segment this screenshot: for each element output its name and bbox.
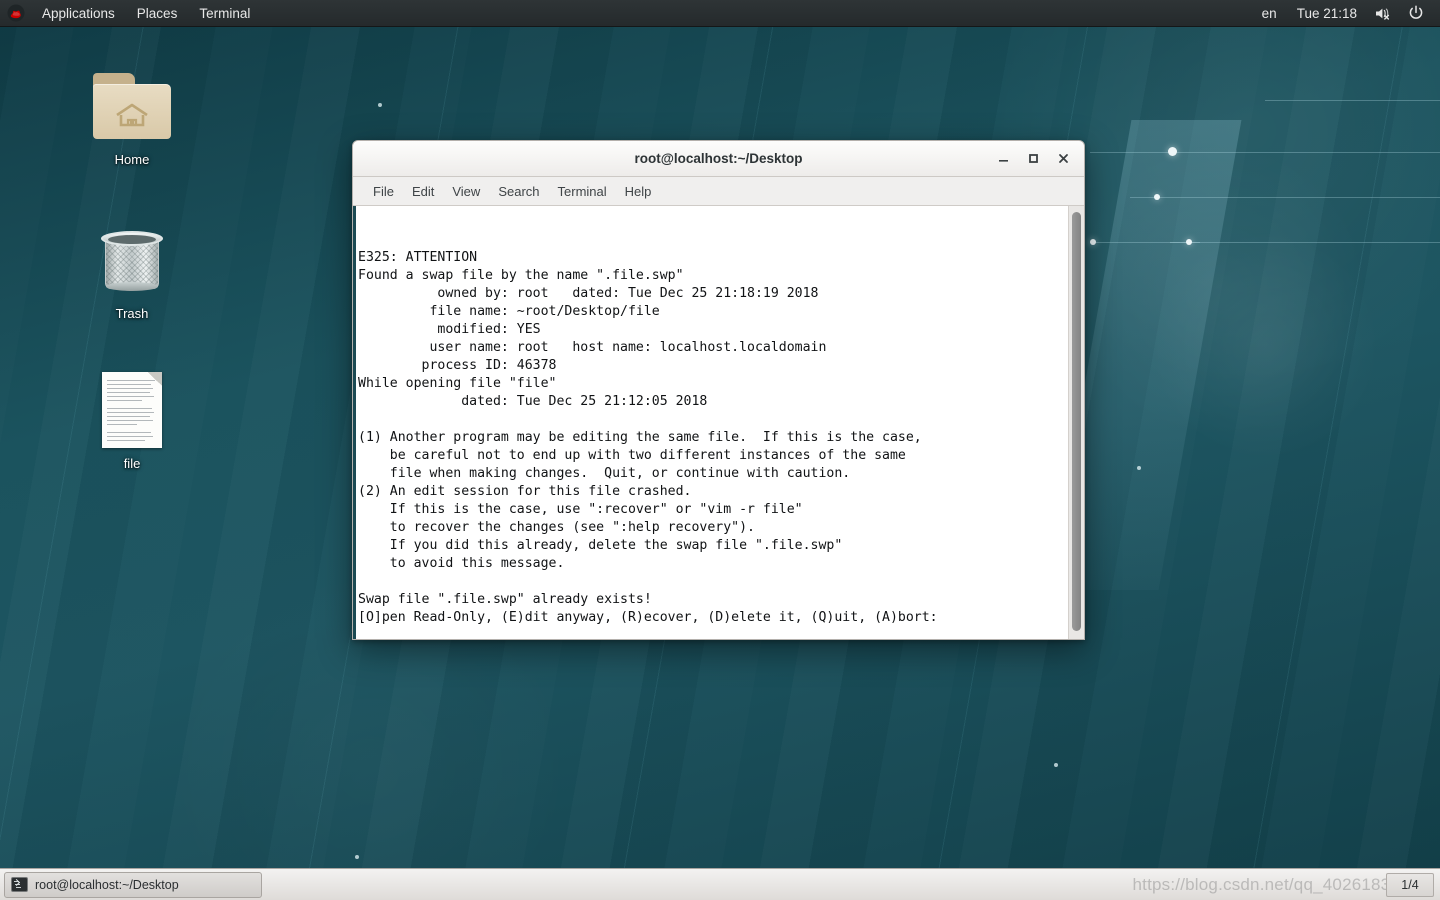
- top-panel: Applications Places Terminal en Tue 21:1…: [0, 0, 1440, 27]
- wallpaper-dot: [1186, 239, 1192, 245]
- terminal-icon: [11, 877, 28, 892]
- maximize-button[interactable]: [1018, 146, 1048, 172]
- desktop[interactable]: Applications Places Terminal en Tue 21:1…: [0, 0, 1440, 900]
- clock[interactable]: Tue 21:18: [1287, 0, 1367, 26]
- desktop-icon-file[interactable]: file: [80, 368, 184, 472]
- minimize-button[interactable]: [988, 146, 1018, 172]
- keyboard-layout-indicator[interactable]: en: [1252, 0, 1287, 26]
- power-icon[interactable]: [1400, 0, 1432, 26]
- wallpaper-dot: [1137, 466, 1141, 470]
- menu-search[interactable]: Search: [489, 180, 548, 202]
- menu-view[interactable]: View: [443, 180, 489, 202]
- menu-terminal[interactable]: Terminal: [549, 180, 616, 202]
- desktop-icon-trash[interactable]: Trash: [80, 218, 184, 322]
- top-panel-places[interactable]: Places: [126, 0, 189, 26]
- taskbar-window-button[interactable]: root@localhost:~/Desktop: [4, 871, 262, 898]
- desktop-icon-label: Trash: [115, 306, 149, 321]
- desktop-icon-label: Home: [114, 152, 150, 167]
- scrollbar-thumb[interactable]: [1072, 212, 1081, 631]
- wallpaper-dot: [1054, 763, 1058, 767]
- desktop-icon-home[interactable]: Home: [80, 64, 184, 168]
- taskbar: root@localhost:~/Desktop https://blog.cs…: [0, 868, 1440, 900]
- window-title-bar[interactable]: root@localhost:~/Desktop: [353, 141, 1084, 177]
- top-panel-status-area: en Tue 21:18: [1252, 0, 1440, 26]
- wallpaper-dot: [355, 855, 359, 859]
- watermark-text: https://blog.csdn.net/qq_40261832: [1132, 875, 1400, 894]
- window-menu-bar: File Edit View Search Terminal Help: [353, 177, 1084, 206]
- terminal-scrollbar[interactable]: [1068, 206, 1084, 639]
- window-title: root@localhost:~/Desktop: [634, 151, 803, 166]
- menu-help[interactable]: Help: [616, 180, 661, 202]
- wallpaper-dot: [378, 103, 382, 107]
- top-panel-menus: Applications Places Terminal: [0, 0, 261, 26]
- top-panel-applications[interactable]: Applications: [31, 0, 126, 26]
- taskbar-window-label: root@localhost:~/Desktop: [35, 877, 179, 892]
- wallpaper-dot: [1154, 194, 1160, 200]
- wallpaper-dot: [1090, 239, 1096, 245]
- desktop-icon-label: file: [123, 456, 141, 471]
- trash-icon: [80, 218, 184, 302]
- terminal-output[interactable]: E325: ATTENTION Found a swap file by the…: [356, 206, 1068, 639]
- terminal-content-area[interactable]: E325: ATTENTION Found a swap file by the…: [353, 206, 1084, 639]
- workspace-indicator[interactable]: 1/4: [1386, 872, 1434, 897]
- window-controls: [988, 146, 1084, 172]
- volume-muted-icon[interactable]: [1367, 0, 1400, 26]
- terminal-window[interactable]: root@localhost:~/Desktop File Edit View …: [352, 140, 1085, 640]
- close-button[interactable]: [1048, 146, 1078, 172]
- top-panel-terminal[interactable]: Terminal: [188, 0, 261, 26]
- menu-edit[interactable]: Edit: [403, 180, 443, 202]
- wallpaper-dot: [1168, 147, 1177, 156]
- text-document-icon: [80, 368, 184, 452]
- redhat-logo-icon[interactable]: [7, 4, 25, 22]
- home-folder-icon: [80, 64, 184, 148]
- menu-file[interactable]: File: [364, 180, 403, 202]
